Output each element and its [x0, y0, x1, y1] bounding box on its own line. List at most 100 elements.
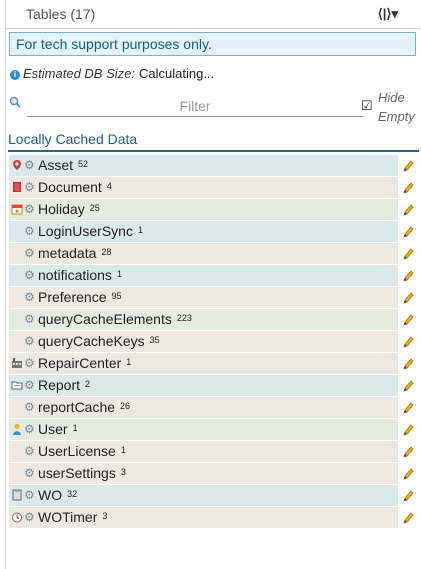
table-row[interactable]: ⚙ User 1	[9, 419, 417, 440]
table-name-text: metadata	[38, 245, 97, 261]
edit-pencil-icon[interactable]	[397, 155, 417, 176]
table-name: Report 2	[38, 377, 90, 393]
edit-pencil-icon[interactable]	[397, 265, 417, 286]
holiday-icon	[11, 202, 24, 218]
table-name-text: Preference	[38, 289, 107, 305]
table-name: notifications 1	[38, 267, 122, 283]
section-title: Locally Cached Data	[8, 131, 419, 152]
table-name-text: Holiday	[38, 201, 85, 217]
edit-pencil-icon[interactable]	[397, 177, 417, 198]
table-name: WO 32	[38, 487, 77, 503]
filter-input[interactable]	[27, 96, 363, 117]
edit-pencil-icon[interactable]	[397, 199, 417, 220]
table-name: userSettings 3	[38, 465, 126, 481]
table-name-text: reportCache	[38, 399, 116, 415]
table-row[interactable]: ⚙ Holiday 25	[9, 199, 417, 220]
gear-icon: ⚙	[24, 180, 35, 194]
hide-empty-label: Hide Empty	[378, 90, 415, 124]
table-row[interactable]: ⚙ WO 32	[9, 485, 417, 506]
table-row[interactable]: ⚙ queryCacheElements 223	[9, 309, 417, 330]
table-row[interactable]: ⚙ metadata 28	[9, 243, 417, 264]
table-row[interactable]: ⚙ UserLicense 1	[9, 441, 417, 462]
table-row[interactable]: ⚙ queryCacheKeys 35	[9, 331, 417, 352]
row-icons: ⚙	[11, 224, 36, 238]
table-name: queryCacheElements 223	[38, 311, 192, 327]
table-name-text: Report	[38, 377, 81, 393]
table-count: 1	[120, 445, 126, 455]
table-name: Preference 95	[38, 289, 122, 305]
row-icons: ⚙	[11, 356, 36, 370]
gear-icon: ⚙	[24, 334, 35, 348]
search-icon	[9, 96, 21, 108]
row-icons: ⚙	[11, 158, 36, 172]
table-count: 32	[67, 489, 78, 499]
timer-icon	[11, 510, 24, 526]
support-notice: For tech support purposes only.	[9, 32, 416, 56]
table-name: UserLicense 1	[38, 443, 126, 459]
edit-pencil-icon[interactable]	[397, 353, 417, 374]
table-name-text: queryCacheKeys	[38, 333, 145, 349]
table-row[interactable]: ⚙ Document 4	[9, 177, 417, 198]
table-row[interactable]: ⚙ Report 2	[9, 375, 417, 396]
table-name-text: LoginUserSync	[38, 223, 133, 239]
asset-icon	[11, 158, 24, 174]
edit-pencil-icon[interactable]	[397, 309, 417, 330]
table-row[interactable]: ⚙ reportCache 26	[9, 397, 417, 418]
table-count: 1	[116, 269, 122, 279]
table-count: 25	[89, 203, 100, 213]
gear-icon: ⚙	[24, 290, 35, 304]
row-icons: ⚙	[11, 488, 36, 502]
gear-icon: ⚙	[24, 158, 35, 172]
row-icons: ⚙	[11, 444, 36, 458]
table-name-text: notifications	[38, 267, 112, 283]
edit-pencil-icon[interactable]	[397, 507, 417, 528]
table-count: 52	[78, 159, 89, 169]
edit-pencil-icon[interactable]	[397, 375, 417, 396]
gear-icon: ⚙	[24, 378, 35, 392]
table-row[interactable]: ⚙ LoginUserSync 1	[9, 221, 417, 242]
edit-pencil-icon[interactable]	[397, 397, 417, 418]
row-icons: ⚙	[11, 466, 36, 480]
table-row[interactable]: ⚙ Preference 95	[9, 287, 417, 308]
table-name: WOTimer 3	[38, 509, 107, 525]
hide-empty-checkbox-icon[interactable]: ☑	[361, 98, 373, 114]
table-row[interactable]: ⚙ userSettings 3	[9, 463, 417, 484]
table-list: ⚙ Asset 52 ⚙ Document 4 ⚙ Holiday 25 ⚙ LoginUserSy…	[9, 155, 417, 529]
panel-title: Tables (17)	[26, 6, 96, 22]
edit-pencil-icon[interactable]	[397, 485, 417, 506]
edit-pencil-icon[interactable]	[397, 287, 417, 308]
repair-center-icon	[11, 356, 24, 372]
table-count: 3	[120, 467, 126, 477]
table-name-text: User	[38, 421, 68, 437]
table-name: RepairCenter 1	[38, 355, 131, 371]
row-icons: ⚙	[11, 400, 36, 414]
gear-icon: ⚙	[24, 246, 35, 260]
table-count: 4	[106, 181, 112, 191]
edit-pencil-icon[interactable]	[397, 463, 417, 484]
edit-pencil-icon[interactable]	[397, 419, 417, 440]
tables-panel: Tables (17) ⟨|⟩▾ For tech support purpos…	[5, 0, 420, 569]
table-name-text: Document	[38, 179, 102, 195]
table-name: Asset 52	[38, 157, 88, 173]
table-count: 2	[85, 379, 91, 389]
gear-icon: ⚙	[24, 510, 35, 524]
row-icons: ⚙	[11, 334, 36, 348]
table-row[interactable]: ⚙ notifications 1	[9, 265, 417, 286]
edit-pencil-icon[interactable]	[397, 331, 417, 352]
row-icons: ⚙	[11, 202, 36, 216]
table-row[interactable]: ⚙ Asset 52	[9, 155, 417, 176]
table-name-text: UserLicense	[38, 443, 116, 459]
table-name-text: userSettings	[38, 465, 116, 481]
edit-pencil-icon[interactable]	[397, 441, 417, 462]
edit-pencil-icon[interactable]	[397, 221, 417, 242]
gear-icon: ⚙	[24, 400, 35, 414]
table-row[interactable]: ⚙ WOTimer 3	[9, 507, 417, 528]
edit-pencil-icon[interactable]	[397, 243, 417, 264]
panel-menu-button[interactable]: ⟨|⟩▾	[378, 6, 398, 22]
table-name-text: WO	[38, 487, 63, 503]
db-size-value: Calculating...	[139, 66, 215, 81]
document-icon	[11, 180, 24, 196]
row-icons: ⚙	[11, 312, 36, 326]
gear-icon: ⚙	[24, 444, 35, 458]
table-row[interactable]: ⚙ RepairCenter 1	[9, 353, 417, 374]
